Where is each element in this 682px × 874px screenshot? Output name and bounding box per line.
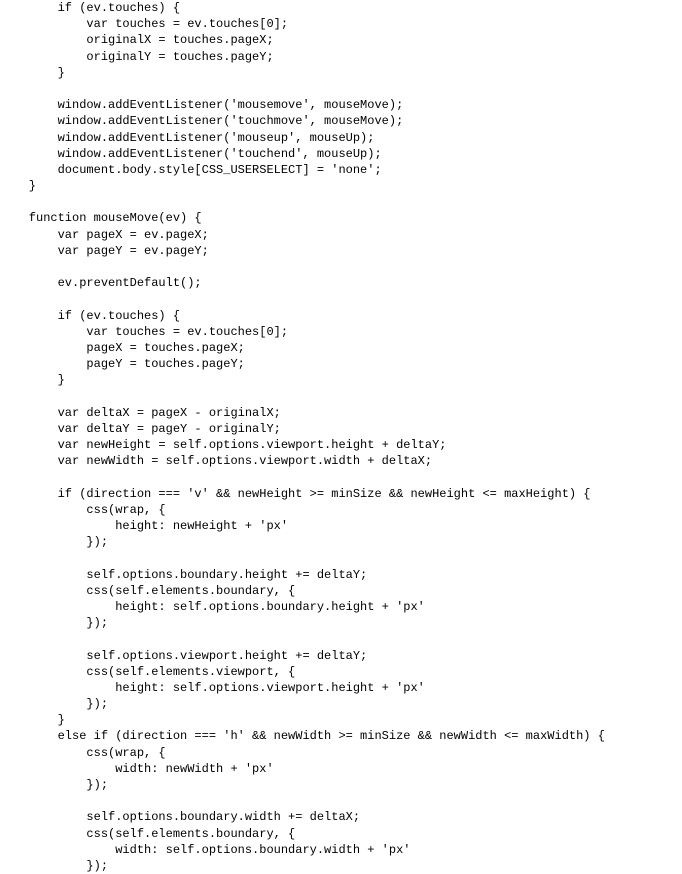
code-block: if (ev.touches) { var touches = ev.touch… — [0, 0, 682, 874]
code-content: if (ev.touches) { var touches = ev.touch… — [0, 0, 682, 874]
